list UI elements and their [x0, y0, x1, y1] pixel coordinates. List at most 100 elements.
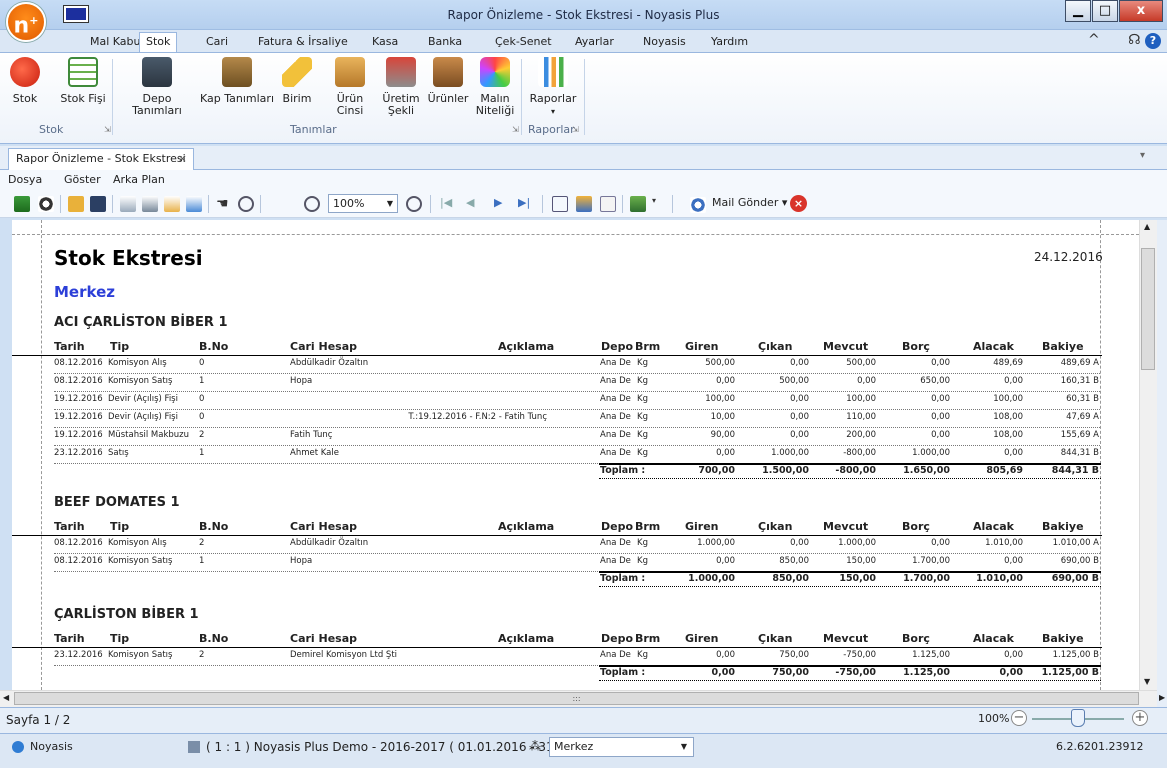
quick-print-icon[interactable] — [142, 196, 158, 212]
scroll-down-icon[interactable]: ▼ — [1144, 677, 1150, 686]
table-cell: 23.12.2016 — [54, 650, 103, 660]
tab-cari[interactable]: Cari — [200, 33, 234, 52]
table-cell: Ana De — [600, 394, 631, 404]
user-name: Noyasis — [30, 740, 73, 753]
chevron-down-icon[interactable]: ▾ — [652, 196, 668, 212]
depo-tanimlari-button[interactable]: Depo Tanımları — [118, 57, 196, 117]
malin-niteligi-button[interactable]: Malın Niteliği — [473, 57, 517, 117]
column-header: Mevcut — [823, 340, 869, 353]
find-icon[interactable] — [38, 196, 54, 212]
group-label-stok: Stok — [39, 123, 64, 136]
branch-select[interactable]: Merkez ▼ — [549, 737, 694, 757]
previous-page-icon[interactable]: ◀ — [466, 196, 482, 212]
total-separator — [599, 571, 1101, 573]
table-cell: 1 — [199, 376, 205, 386]
close-preview-icon[interactable]: × — [790, 195, 807, 212]
uretim-sekli-button[interactable]: Üretim Şekli — [381, 57, 421, 117]
magnifier-icon[interactable] — [238, 196, 254, 212]
column-header: Brm — [635, 520, 661, 533]
dialog-launcher-icon[interactable]: ⇲ — [512, 125, 519, 134]
tab-noyasis[interactable]: Noyasis — [637, 33, 692, 52]
table-row: 08.12.2016 Komisyon Satış 1 Hopa Ana De Kg 0,0… — [54, 376, 1100, 392]
color-icon[interactable] — [576, 196, 592, 212]
table-cell: 08.12.2016 — [54, 556, 103, 566]
save-icon[interactable] — [90, 196, 106, 212]
document-map-icon[interactable] — [14, 196, 30, 212]
next-page-icon[interactable]: ▶ — [494, 196, 510, 212]
total-cell: 0,00 — [711, 667, 735, 678]
app-logo-icon[interactable]: n+ — [6, 2, 46, 42]
first-page-icon[interactable]: |◀ — [440, 196, 456, 212]
tab-fatura-irsaliye[interactable]: Fatura & İrsaliye — [252, 33, 354, 52]
scroll-right-icon[interactable]: ▶ — [1159, 693, 1165, 702]
column-header: Açıklama — [498, 632, 555, 645]
table-cell: 100,00 — [705, 394, 735, 404]
table-cell: 0,00 — [931, 430, 950, 440]
table-cell: Ana De — [600, 650, 631, 660]
menu-bar: Dosya Göster Arka Plan — [0, 170, 1167, 190]
tab-kasa[interactable]: Kasa — [366, 33, 404, 52]
tab-cek-senet[interactable]: Çek-Senet — [489, 33, 558, 52]
product-heading: ACI ÇARLİSTON BİBER 1 — [54, 315, 228, 330]
table-cell: 0,00 — [1004, 650, 1023, 660]
urunler-button[interactable]: Ürünler — [427, 57, 469, 105]
zoom-select[interactable]: 100% ▼ — [328, 194, 398, 213]
vertical-scroll-thumb[interactable] — [1141, 248, 1155, 370]
close-icon[interactable]: × — [178, 149, 187, 169]
multiple-pages-icon[interactable] — [552, 196, 568, 212]
total-row: Toplam : 0,00 750,00 -750,00 1.125,00 0,00 1.1… — [12, 665, 1102, 681]
close-button[interactable]: x — [1119, 0, 1163, 22]
column-header: Mevcut — [823, 632, 869, 645]
table-cell: 2 — [199, 538, 205, 548]
mail-send-button[interactable]: Mail Gönder ▾ — [712, 196, 787, 209]
tab-ayarlar[interactable]: Ayarlar — [569, 33, 620, 52]
stok-fisi-button[interactable]: Stok Fişi — [54, 57, 112, 105]
page-setup-icon[interactable] — [164, 196, 180, 212]
table-cell: Hopa — [290, 556, 313, 566]
menu-dosya[interactable]: Dosya — [8, 173, 42, 186]
tab-yardim[interactable]: Yardım — [705, 33, 754, 52]
menu-arka-plan[interactable]: Arka Plan — [113, 173, 165, 186]
column-header: Borç — [902, 340, 930, 353]
table-cell: 0 — [199, 394, 205, 404]
quick-access-icon[interactable] — [64, 6, 88, 22]
help-icon[interactable]: ? — [1145, 33, 1161, 49]
minimize-button[interactable]: ▁ — [1065, 0, 1091, 22]
chevron-down-icon[interactable]: ▾ — [1140, 150, 1145, 161]
user-icon — [12, 741, 24, 753]
chevron-down-icon: ▼ — [386, 199, 393, 208]
total-cell: 1.700,00 — [903, 573, 950, 584]
zoom-plus-button[interactable]: + — [1132, 710, 1148, 726]
zoom-minus-button[interactable]: − — [1011, 710, 1027, 726]
total-cell: 850,00 — [772, 573, 809, 584]
scroll-up-icon[interactable]: ▲ — [1144, 222, 1150, 231]
stok-button[interactable]: Stok — [8, 57, 42, 105]
export-icon[interactable] — [630, 196, 646, 212]
horizontal-scroll-thumb[interactable]: ::: — [14, 692, 1139, 705]
scroll-left-icon[interactable]: ◀ — [3, 693, 9, 702]
scale-icon[interactable] — [186, 196, 202, 212]
dialog-launcher-icon[interactable]: ⇲ — [104, 125, 111, 134]
ribbon-collapse-icon[interactable]: ^ ☊ — [1088, 32, 1153, 48]
zoom-in-icon[interactable] — [406, 196, 422, 212]
open-folder-icon[interactable] — [68, 196, 84, 212]
menu-goster[interactable]: Göster — [64, 173, 101, 186]
tab-rapor-onizleme[interactable]: Rapor Önizleme - Stok Ekstresi × — [8, 148, 194, 170]
birim-button[interactable]: Birim — [280, 57, 314, 105]
stok-fisi-label: Stok Fişi — [60, 92, 106, 105]
zoom-slider-thumb[interactable] — [1071, 709, 1085, 727]
kap-tanimlari-button[interactable]: Kap Tanımları — [200, 57, 274, 105]
raporlar-button[interactable]: Raporlar ▾ — [528, 57, 578, 118]
toolbar-separator — [208, 195, 209, 213]
last-page-icon[interactable]: ▶| — [518, 196, 534, 212]
tab-stok[interactable]: Stok — [139, 32, 178, 53]
watermark-icon[interactable] — [600, 196, 616, 212]
urun-cinsi-button[interactable]: Ürün Cinsi — [323, 57, 377, 117]
print-icon[interactable] — [120, 196, 136, 212]
zoom-out-icon[interactable] — [304, 196, 320, 212]
tab-banka[interactable]: Banka — [422, 33, 468, 52]
hand-tool-icon[interactable]: ☚ — [216, 196, 232, 212]
table-row: 19.12.2016 Devir (Açılış) Fişi 0 Ana De Kg 10… — [54, 394, 1100, 410]
dialog-launcher-icon[interactable]: ⇲ — [572, 125, 579, 134]
maximize-button[interactable]: □ — [1092, 0, 1118, 22]
